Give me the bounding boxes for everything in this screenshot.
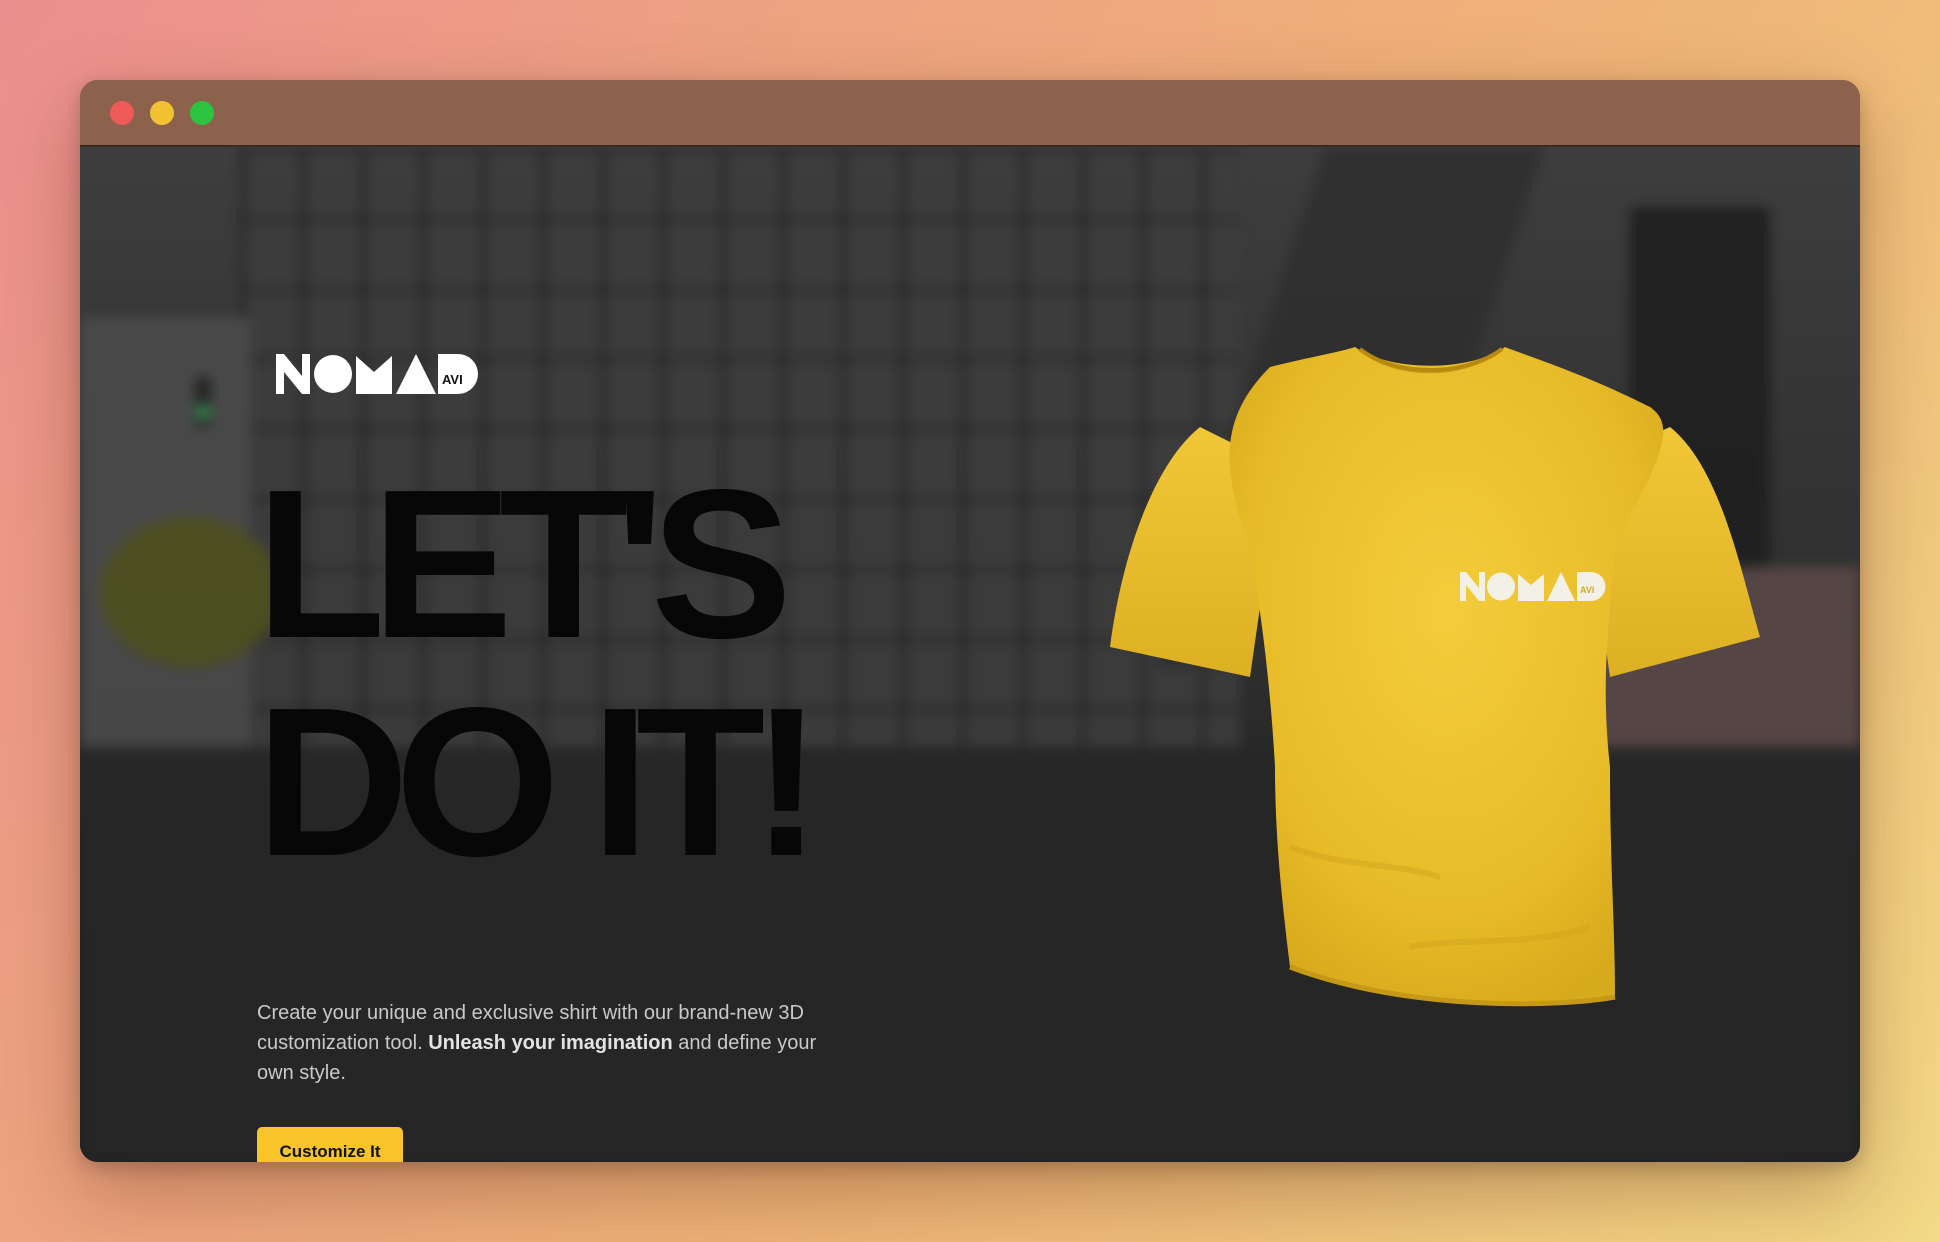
maximize-window-button[interactable] <box>190 101 214 125</box>
tshirt-3d-model[interactable]: AVI <box>1110 347 1760 1077</box>
description-bold-text: Unleash your imagination <box>428 1032 673 1054</box>
close-window-button[interactable] <box>110 101 134 125</box>
hero-headline: LET'S DO IT! <box>256 445 822 900</box>
browser-window: AVI LET'S DO IT! Create your unique and … <box>80 80 1860 1162</box>
headline-line-1: LET'S <box>256 445 792 682</box>
minimize-window-button[interactable] <box>150 101 174 125</box>
window-titlebar <box>80 80 1860 147</box>
customize-it-button[interactable]: Customize It <box>257 1127 403 1162</box>
brand-logo[interactable]: AVI <box>276 354 480 394</box>
headline-line-2: DO IT! <box>256 663 822 900</box>
svg-text:AVI: AVI <box>442 372 463 387</box>
page-viewport: AVI LET'S DO IT! Create your unique and … <box>80 147 1860 1162</box>
hero-description: Create your unique and exclusive shirt w… <box>257 998 827 1088</box>
svg-text:AVI: AVI <box>1580 585 1594 595</box>
